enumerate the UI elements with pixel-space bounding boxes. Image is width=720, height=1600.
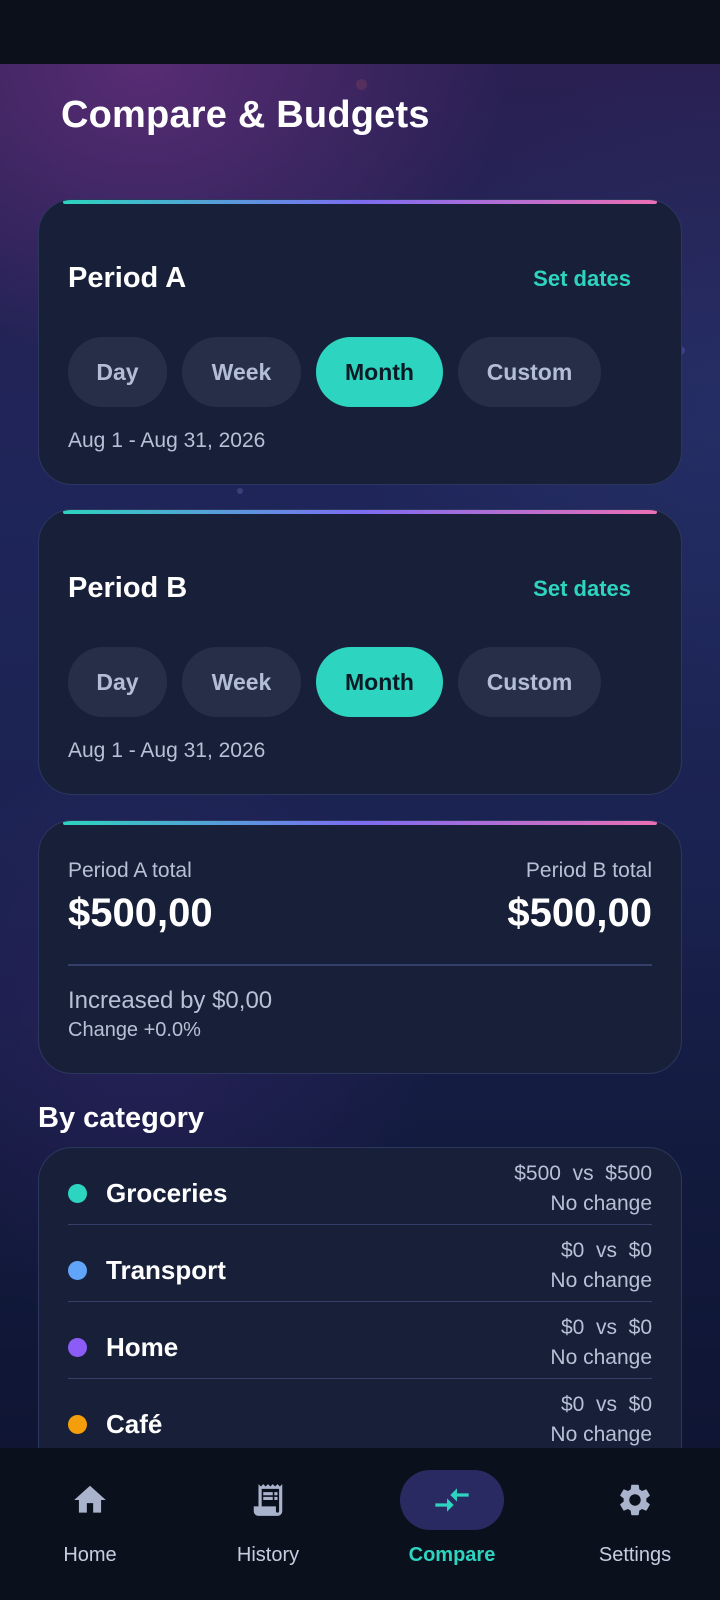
period-a-chip-group: Day Week Month Custom [68,337,601,407]
category-name: Groceries [106,1178,228,1208]
category-comparison: $500 vs $500 [514,1162,652,1185]
nav-compare[interactable]: Compare [362,1448,542,1600]
period-a-chip-day[interactable]: Day [68,337,167,407]
category-row[interactable]: Groceries $500 vs $500 No change [68,1148,652,1225]
category-row[interactable]: Café $0 vs $0 No change [68,1379,652,1456]
status-bar [0,0,720,64]
category-comparison: $0 vs $0 [560,1239,652,1262]
nav-history[interactable]: History [178,1448,358,1600]
decorative-dot [356,79,367,90]
category-color-dot [68,1338,87,1357]
increase-text: Increased by $0,00 [68,987,273,1014]
totals-card: Period A total $500,00 Period B total $5… [38,820,682,1074]
period-a-chip-week[interactable]: Week [182,337,301,407]
period-b-title: Period B [68,572,188,604]
nav-compare-label: Compare [408,1544,496,1566]
receipt-icon [216,1470,320,1530]
category-name: Transport [106,1255,226,1285]
change-percent-text: Change +0.0% [68,1019,201,1041]
category-comparison: $0 vs $0 [560,1316,652,1339]
compare-arrows-icon [400,1470,504,1530]
page-title: Compare & Budgets [61,94,430,136]
category-change: No change [550,1346,652,1369]
category-color-dot [68,1184,87,1203]
gear-icon [583,1470,687,1530]
nav-home[interactable]: Home [0,1448,180,1600]
totals-divider [68,964,652,966]
category-row[interactable]: Home $0 vs $0 No change [68,1302,652,1379]
period-a-chip-month[interactable]: Month [316,337,443,407]
period-a-set-dates-button[interactable]: Set dates [533,266,631,292]
period-b-range: Aug 1 - Aug 31, 2026 [68,739,266,762]
period-b-total-value: $500,00 [507,891,652,935]
period-b-chip-week[interactable]: Week [182,647,301,717]
nav-home-label: Home [63,1544,117,1566]
period-a-card: Period A Set dates Day Week Month Custom… [38,199,682,485]
period-b-chip-day[interactable]: Day [68,647,167,717]
period-a-title: Period A [68,262,187,294]
period-b-total-label: Period B total [525,859,652,882]
period-b-chip-custom[interactable]: Custom [458,647,601,717]
category-color-dot [68,1415,87,1434]
period-a-chip-custom[interactable]: Custom [458,337,601,407]
nav-settings[interactable]: Settings [545,1448,720,1600]
nav-settings-label: Settings [598,1544,672,1566]
period-a-total-label: Period A total [68,859,192,882]
home-icon [38,1470,142,1530]
period-a-range: Aug 1 - Aug 31, 2026 [68,429,266,452]
category-change: No change [550,1192,652,1215]
decorative-dot [237,488,243,494]
category-change: No change [550,1269,652,1292]
category-comparison: $0 vs $0 [560,1393,652,1416]
category-name: Home [106,1332,179,1362]
nav-history-label: History [236,1544,300,1566]
period-b-chip-month[interactable]: Month [316,647,443,717]
category-change: No change [550,1423,652,1446]
period-a-total-value: $500,00 [68,891,213,935]
category-name: Café [106,1409,163,1439]
category-row[interactable]: Transport $0 vs $0 No change [68,1225,652,1302]
period-b-card: Period B Set dates Day Week Month Custom… [38,509,682,795]
period-b-chip-group: Day Week Month Custom [68,647,601,717]
by-category-title: By category [38,1102,205,1134]
period-b-set-dates-button[interactable]: Set dates [533,576,631,602]
category-color-dot [68,1261,87,1280]
bottom-nav: Home History Compare Settings [0,1448,720,1600]
